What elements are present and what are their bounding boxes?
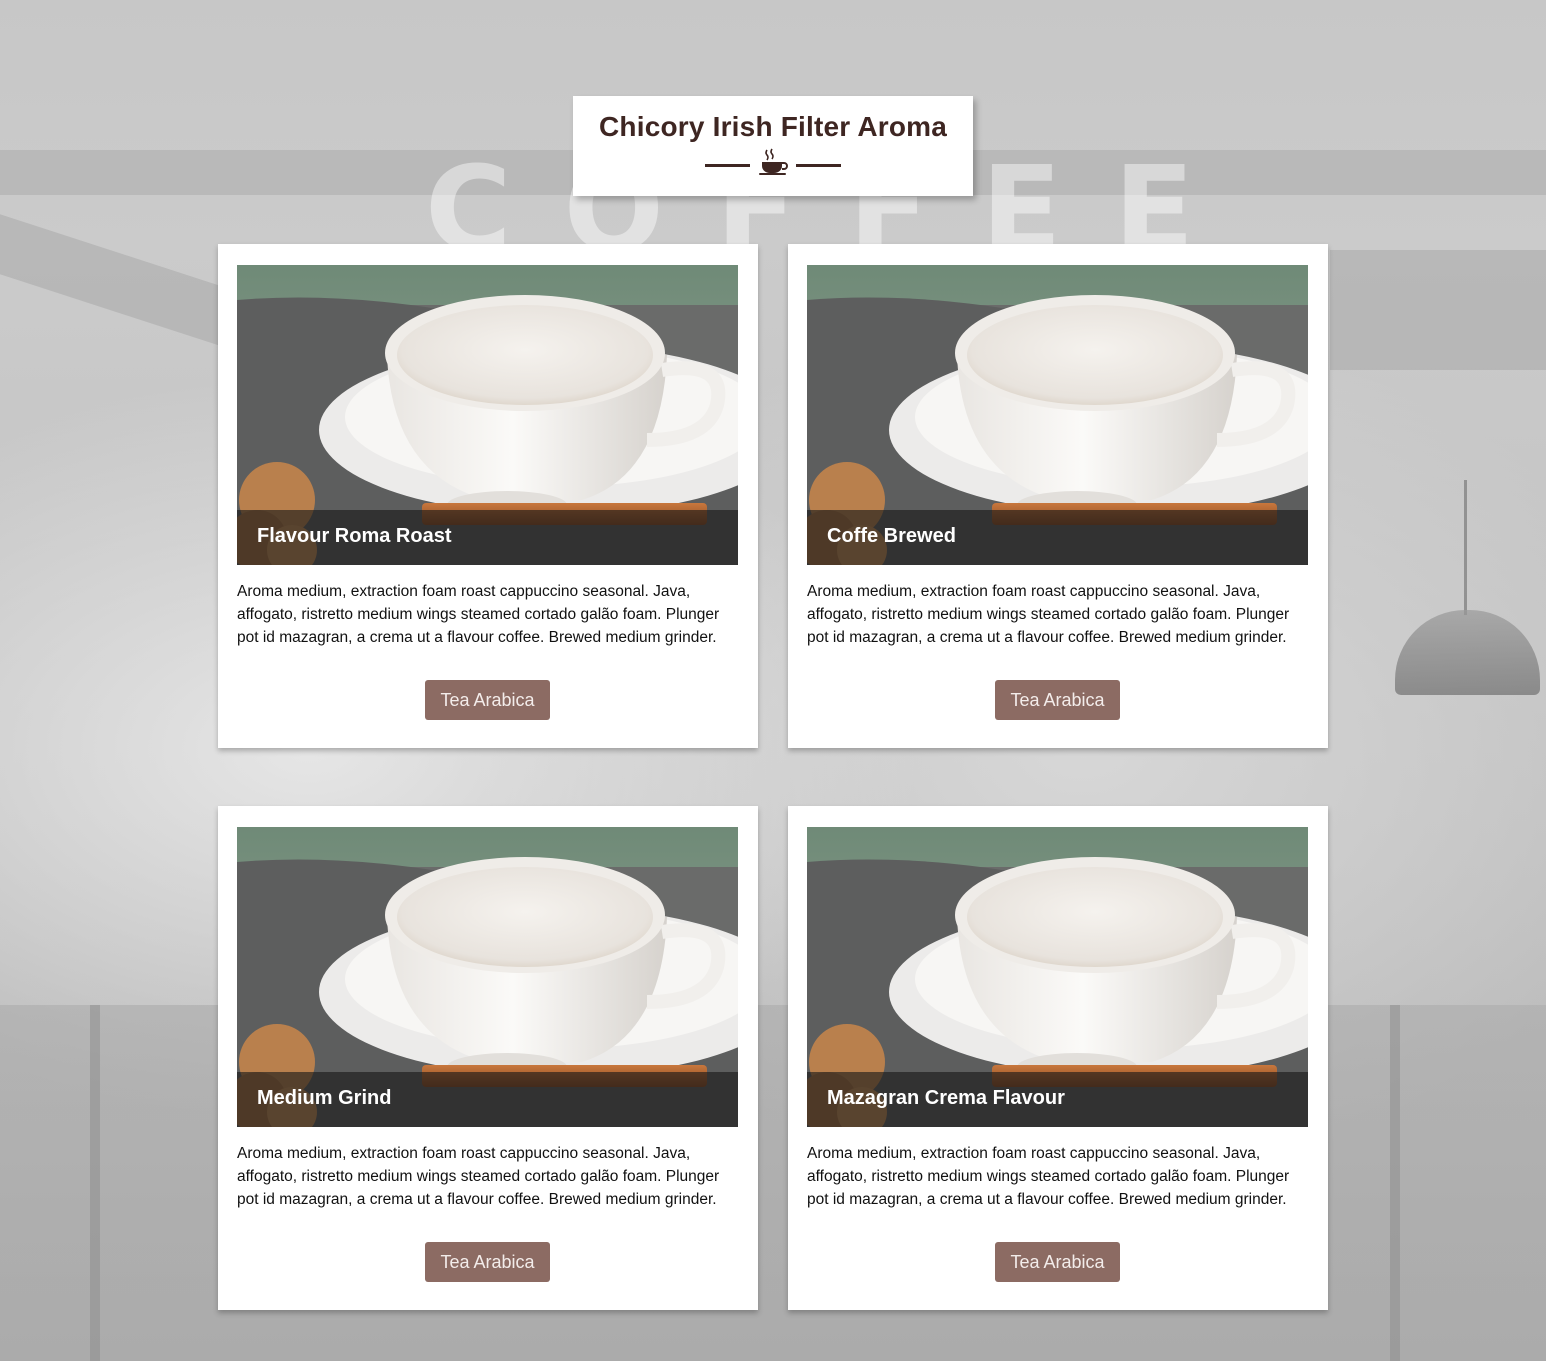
product-card: Flavour Roma Roast Aroma medium, extract… [218,244,758,748]
card-title: Coffe Brewed [827,525,956,547]
ceiling-beam [1330,250,1546,370]
card-image: Mazagran Crema Flavour [807,827,1308,1127]
card-caption-overlay: Mazagran Crema Flavour [807,1072,1308,1127]
card-title: Mazagran Crema Flavour [827,1087,1065,1109]
page-title: Chicory Irish Filter Aroma [598,111,948,142]
coffee-cup-icon [759,148,788,175]
card-caption-overlay: Medium Grind [237,1072,738,1127]
card-title: Medium Grind [257,1087,392,1109]
card-description: Aroma medium, extraction foam roast capp… [807,1145,1290,1208]
product-card: Mazagran Crema Flavour Aroma medium, ext… [788,806,1328,1310]
card-image: Coffe Brewed [807,265,1308,565]
window-post [1390,1005,1400,1361]
card-description: Aroma medium, extraction foam roast capp… [237,583,720,646]
card-description: Aroma medium, extraction foam roast capp… [807,583,1290,646]
card-description: Aroma medium, extraction foam roast capp… [237,1145,720,1208]
product-card: Medium Grind Aroma medium, extraction fo… [218,806,758,1310]
tea-arabica-button[interactable]: Tea Arabica [995,680,1120,720]
title-divider [705,148,841,176]
divider-line-right [796,164,841,167]
card-image: Flavour Roma Roast [237,265,738,565]
product-card: Coffe Brewed Aroma medium, extraction fo… [788,244,1328,748]
divider-line-left [705,164,750,167]
tea-arabica-button[interactable]: Tea Arabica [425,1242,550,1282]
pendant-lamp-icon [1395,610,1540,695]
section-header: Chicory Irish Filter Aroma [573,96,973,196]
tea-arabica-button[interactable]: Tea Arabica [425,680,550,720]
tea-arabica-button[interactable]: Tea Arabica [995,1242,1120,1282]
window-post [90,1005,100,1361]
ceiling-beam [0,214,220,346]
card-image: Medium Grind [237,827,738,1127]
card-title: Flavour Roma Roast [257,525,452,547]
card-caption-overlay: Coffe Brewed [807,510,1308,565]
card-caption-overlay: Flavour Roma Roast [237,510,738,565]
lamp-cord [1464,480,1467,615]
